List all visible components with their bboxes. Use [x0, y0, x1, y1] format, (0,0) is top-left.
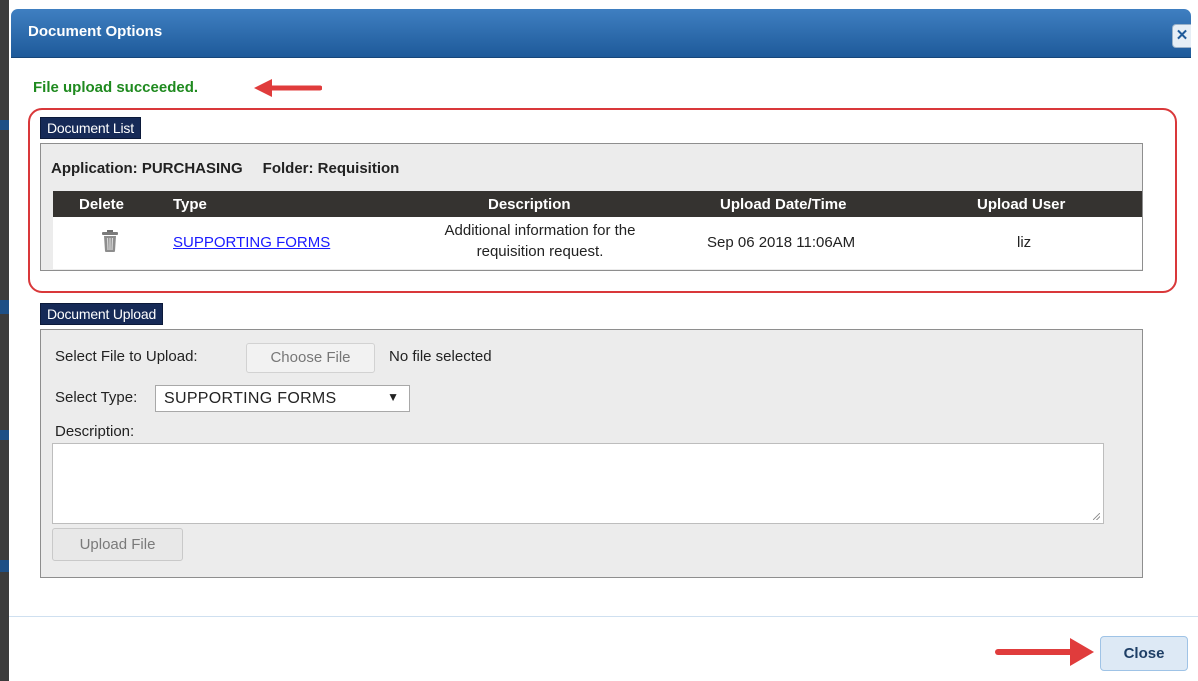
footer-divider — [9, 616, 1198, 617]
no-file-selected-text: No file selected — [389, 348, 492, 365]
table-header: Delete Type Description Upload Date/Time… — [53, 191, 1142, 217]
type-select[interactable]: SUPPORTING FORMS ▼ — [155, 385, 410, 412]
table-row: SUPPORTING FORMS Additional information … — [53, 217, 1142, 269]
application-label: Application: PURCHASING — [51, 160, 243, 177]
choose-file-button[interactable]: Choose File — [246, 343, 375, 373]
edge-mark — [0, 120, 9, 130]
trash-icon[interactable] — [101, 229, 119, 253]
select-file-label: Select File to Upload: — [55, 348, 198, 365]
dropdown-arrow-icon: ▼ — [387, 390, 399, 404]
column-header-delete: Delete — [79, 196, 125, 213]
column-header-type: Type — [173, 196, 207, 213]
close-x-icon[interactable]: ✕ — [1172, 24, 1191, 48]
edge-mark — [0, 300, 9, 314]
select-type-label: Select Type: — [55, 389, 138, 406]
document-list-legend: Document List — [41, 118, 140, 138]
document-table: Delete Type Description Upload Date/Time… — [53, 191, 1142, 269]
upload-file-button[interactable]: Upload File — [52, 528, 183, 561]
type-link[interactable]: SUPPORTING FORMS — [173, 234, 330, 251]
document-upload-legend: Document Upload — [41, 304, 163, 324]
type-select-value: SUPPORTING FORMS — [164, 390, 337, 407]
close-button[interactable]: Close — [1100, 636, 1188, 671]
background-window-edge — [0, 0, 9, 681]
column-header-upload-user: Upload User — [977, 196, 1066, 213]
column-header-upload-datetime: Upload Date/Time — [720, 196, 847, 213]
description-textarea[interactable] — [52, 443, 1104, 524]
edge-mark — [0, 560, 9, 572]
description-cell: Additional information for the requisiti… — [444, 222, 636, 260]
upload-datetime-cell: Sep 06 2018 11:06AM — [707, 234, 856, 251]
upload-status-message: File upload succeeded. — [33, 79, 199, 96]
column-header-description: Description — [488, 196, 571, 213]
application-folder-line: Application: PURCHASING Folder: Requisiti… — [51, 160, 399, 177]
edge-mark — [0, 430, 9, 440]
dialog-titlebar[interactable]: Document Options ✕ — [11, 9, 1191, 58]
dialog-title: Document Options — [28, 23, 163, 40]
description-label: Description: — [55, 423, 135, 440]
right-arrow-annotation — [995, 638, 1094, 666]
resize-grip-icon[interactable] — [1093, 513, 1100, 520]
upload-user-cell: liz — [1017, 234, 1032, 251]
left-arrow-annotation — [254, 79, 322, 97]
folder-label: Folder: Requisition — [262, 160, 400, 177]
